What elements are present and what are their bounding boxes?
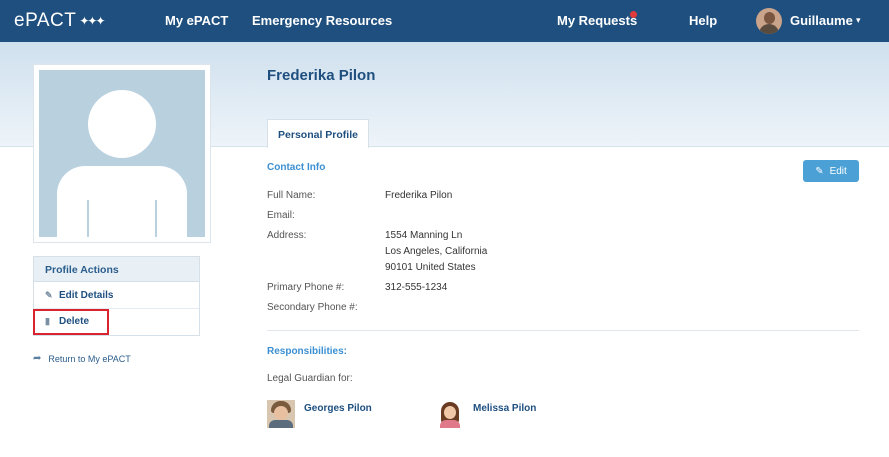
placeholder-arm-line bbox=[87, 200, 89, 237]
arrow-icon: ➦ bbox=[33, 353, 42, 364]
child-avatar-face bbox=[444, 406, 456, 419]
edit-button-label: Edit bbox=[829, 165, 847, 177]
avatar-shoulders bbox=[759, 24, 779, 34]
return-to-my-epact-link[interactable]: ➦ Return to My ePACT bbox=[33, 353, 131, 364]
tab-personal-profile[interactable]: Personal Profile bbox=[267, 119, 369, 148]
primary-phone-label: Primary Phone #: bbox=[267, 282, 345, 293]
logo-text: ePACT bbox=[14, 10, 77, 31]
address-line-1: 1554 Manning Ln bbox=[385, 230, 463, 241]
primary-phone-value: 312-555-1234 bbox=[385, 282, 448, 293]
full-name-value: Frederika Pilon bbox=[385, 190, 453, 201]
user-avatar[interactable] bbox=[756, 8, 782, 34]
edit-square-icon: ✎ bbox=[45, 289, 53, 300]
delete-highlight-box bbox=[33, 309, 109, 335]
child-name[interactable]: Georges Pilon bbox=[304, 403, 372, 414]
child-avatar-face bbox=[274, 406, 288, 420]
edit-details-button[interactable]: ✎ Edit Details bbox=[34, 282, 199, 308]
edit-contact-button[interactable]: ✎ Edit bbox=[803, 160, 859, 182]
nav-my-requests[interactable]: My Requests bbox=[557, 13, 637, 28]
email-label: Email: bbox=[267, 210, 295, 221]
placeholder-body bbox=[57, 166, 187, 237]
profile-actions-title: Profile Actions bbox=[34, 257, 199, 282]
address-line-3: 90101 United States bbox=[385, 262, 476, 273]
user-menu-name[interactable]: Guillaume bbox=[790, 13, 853, 28]
placeholder-head bbox=[88, 90, 156, 158]
placeholder-arm-line bbox=[155, 200, 157, 237]
child-avatar bbox=[436, 400, 464, 428]
child-georges-pilon[interactable]: Georges Pilon bbox=[267, 400, 372, 428]
legal-guardian-label: Legal Guardian for: bbox=[267, 373, 353, 384]
secondary-phone-label: Secondary Phone #: bbox=[267, 302, 358, 313]
address-line-2: Los Angeles, California bbox=[385, 246, 488, 257]
notification-dot bbox=[630, 11, 637, 18]
responsibilities-title: Responsibilities: bbox=[267, 346, 348, 357]
nav-my-epact[interactable]: My ePACT bbox=[165, 13, 228, 28]
nav-help[interactable]: Help bbox=[689, 13, 717, 28]
profile-photo bbox=[33, 64, 211, 243]
epact-logo[interactable]: ePACT ✦✦✦ bbox=[14, 10, 106, 32]
return-label: Return to My ePACT bbox=[48, 353, 131, 364]
pencil-icon: ✎ bbox=[815, 165, 824, 177]
child-name[interactable]: Melissa Pilon bbox=[473, 403, 536, 414]
contact-info-title: Contact Info bbox=[267, 162, 326, 173]
address-label: Address: bbox=[267, 230, 307, 241]
child-avatar-body bbox=[440, 420, 460, 428]
nav-emergency-resources[interactable]: Emergency Resources bbox=[252, 13, 392, 28]
edit-details-label: Edit Details bbox=[59, 289, 114, 301]
section-divider bbox=[267, 330, 859, 331]
page-title: Frederika Pilon bbox=[267, 67, 376, 84]
child-avatar bbox=[267, 400, 295, 428]
child-avatar-body bbox=[269, 420, 293, 428]
avatar-head bbox=[764, 12, 775, 24]
stars-icon: ✦✦✦ bbox=[79, 14, 105, 28]
full-name-label: Full Name: bbox=[267, 190, 316, 201]
chevron-down-icon[interactable]: ▾ bbox=[856, 15, 861, 26]
top-navigation-bar: ePACT ✦✦✦ My ePACT Emergency Resources M… bbox=[0, 0, 889, 42]
avatar-placeholder-icon bbox=[39, 70, 205, 237]
child-melissa-pilon[interactable]: Melissa Pilon bbox=[436, 400, 536, 428]
